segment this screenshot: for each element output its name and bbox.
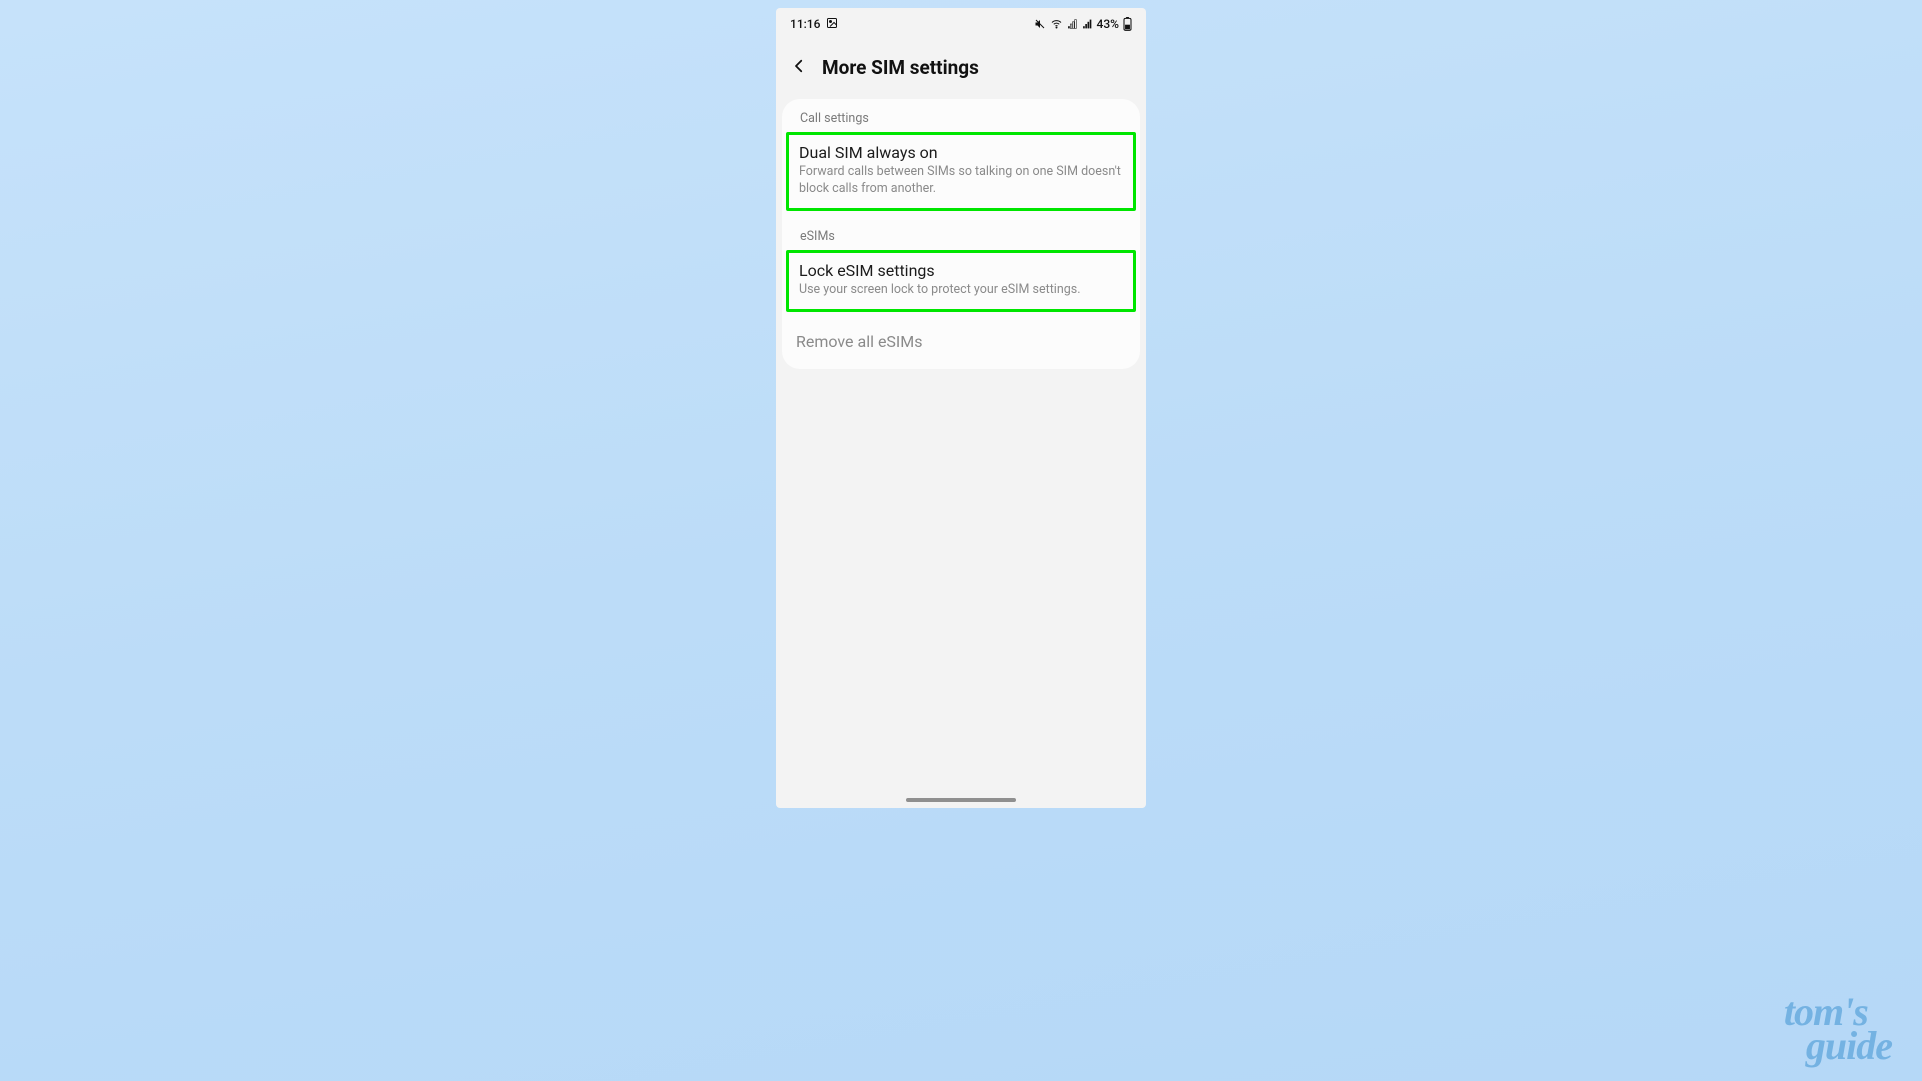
section-label-esims: eSIMs xyxy=(782,217,1140,250)
page-header: More SIM settings xyxy=(776,40,1146,99)
highlight-lock-esim: Lock eSIM settings Use your screen lock … xyxy=(786,250,1136,312)
row-desc: Forward calls between SIMs so talking on… xyxy=(799,164,1123,198)
status-bar: 11:16 43% xyxy=(776,8,1146,40)
settings-panel: Call settings Dual SIM always on Forward… xyxy=(782,99,1140,369)
row-title: Lock eSIM settings xyxy=(799,261,1123,280)
status-left: 11:16 xyxy=(790,17,838,32)
row-lock-esim-settings[interactable]: Lock eSIM settings Use your screen lock … xyxy=(789,253,1133,309)
watermark-logo: tom's guide xyxy=(1784,995,1892,1063)
phone-frame: 11:16 43% Mor xyxy=(776,8,1146,808)
wifi-icon xyxy=(1050,18,1063,30)
section-label-call: Call settings xyxy=(782,99,1140,132)
row-title: Dual SIM always on xyxy=(799,143,1123,162)
signal-1-icon xyxy=(1067,18,1078,30)
status-time: 11:16 xyxy=(790,17,820,31)
highlight-dual-sim: Dual SIM always on Forward calls between… xyxy=(786,132,1136,211)
status-right: 43% xyxy=(1034,17,1132,31)
mute-icon xyxy=(1034,18,1046,30)
image-icon xyxy=(826,17,838,32)
row-desc: Use your screen lock to protect your eSI… xyxy=(799,282,1123,299)
page-title: More SIM settings xyxy=(822,56,979,79)
watermark-line2: guide xyxy=(1806,1029,1892,1063)
signal-2-icon xyxy=(1082,18,1093,30)
nav-handle[interactable] xyxy=(906,798,1016,802)
row-remove-all-esims[interactable]: Remove all eSIMs xyxy=(782,322,1140,365)
row-title: Remove all eSIMs xyxy=(796,332,1126,351)
row-dual-sim-always-on[interactable]: Dual SIM always on Forward calls between… xyxy=(789,135,1133,208)
battery-icon xyxy=(1123,17,1132,31)
battery-text: 43% xyxy=(1097,17,1119,31)
back-icon[interactable] xyxy=(790,57,808,79)
